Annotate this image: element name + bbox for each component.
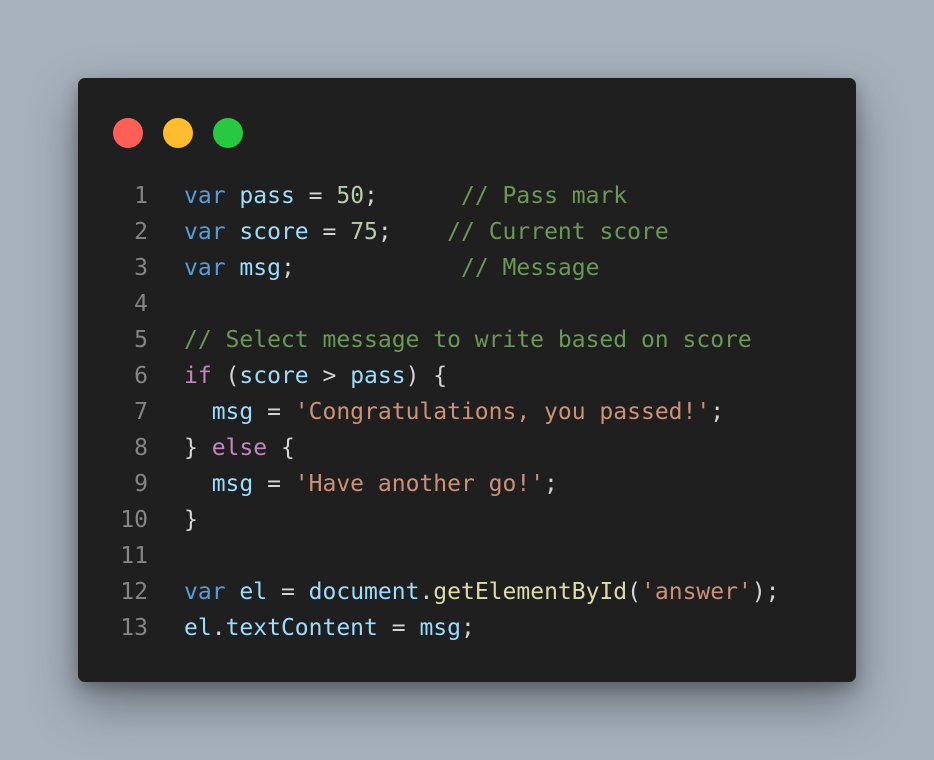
code-line: 5 // Select message to write based on sco… <box>78 322 856 358</box>
code-token: var <box>184 183 226 209</box>
code-token: } <box>184 435 212 461</box>
code-token: var <box>184 255 226 281</box>
code-line: 11 <box>78 538 856 574</box>
code-line: 7 msg = 'Congratulations, you passed!'; <box>78 394 856 430</box>
line-number: 3 <box>134 255 148 281</box>
minimize-button[interactable] <box>163 118 193 148</box>
code-line: 13 el.textContent = msg; <box>78 610 856 646</box>
maximize-button[interactable] <box>213 118 243 148</box>
code-token: document <box>308 579 420 605</box>
code-token: ; <box>460 615 475 641</box>
line-number: 7 <box>134 399 148 425</box>
code-token: // Message <box>460 255 600 281</box>
line-source: } else { <box>184 430 295 466</box>
code-line: 6 if (score > pass) { <box>78 358 856 394</box>
line-number: 13 <box>120 615 148 641</box>
line-source: msg = 'Congratulations, you passed!'; <box>184 394 724 430</box>
code-line: 10} <box>78 502 856 538</box>
code-token: // Current score <box>447 219 669 245</box>
code-line: 8} else { <box>78 430 856 466</box>
code-token: msg <box>211 471 254 497</box>
line-source: if (score > pass) { <box>184 358 447 394</box>
code-line: 3 var msg; // Message <box>78 250 856 286</box>
line-number: 5 <box>134 327 148 353</box>
code-token: ( <box>627 579 642 605</box>
code-token: if <box>184 363 212 389</box>
code-line: 12 var el = document.getElementById('answ… <box>78 574 856 610</box>
code-token: { <box>267 435 295 461</box>
code-token: ( <box>211 363 240 389</box>
code-token: ; <box>710 399 725 425</box>
code-window: 1 var pass = 50; // Pass mark 2 var score =… <box>78 78 856 682</box>
code-block: 1 var pass = 50; // Pass mark 2 var score =… <box>78 178 856 646</box>
code-token: el <box>239 579 268 605</box>
line-number: 4 <box>134 291 148 317</box>
line-number: 2 <box>134 219 148 245</box>
line-source: var pass = 50; // Pass mark <box>184 178 627 214</box>
code-token: score <box>239 363 309 389</box>
code-token: ; <box>377 219 448 245</box>
code-token: 'Congratulations, you passed!' <box>294 399 711 425</box>
line-number: 12 <box>120 579 148 605</box>
code-token: ; <box>280 255 461 281</box>
line-source: } <box>184 502 198 538</box>
code-token: ; <box>544 471 558 497</box>
line-number: 11 <box>120 543 148 569</box>
code-token: el <box>184 615 212 641</box>
code-token: 'Have another go!' <box>294 471 545 497</box>
code-token: 50 <box>336 183 365 209</box>
code-token: msg <box>419 615 461 641</box>
code-token: = <box>267 579 309 605</box>
line-number: 9 <box>134 471 148 497</box>
code-token: pass <box>350 363 406 389</box>
code-token: var <box>184 219 226 245</box>
line-source: msg = 'Have another go!'; <box>184 466 558 502</box>
code-token: ; <box>364 183 461 209</box>
line-source: var el = document.getElementById('answer… <box>184 574 780 610</box>
code-token: = <box>377 615 420 641</box>
code-token: 75 <box>350 219 378 245</box>
code-token: = <box>308 219 351 245</box>
line-source: // Select message to write based on scor… <box>184 322 752 358</box>
code-line: 9 msg = 'Have another go!'; <box>78 466 856 502</box>
code-line: 2 var score = 75; // Current score <box>78 214 856 250</box>
code-token: . <box>211 615 226 641</box>
line-source: var score = 75; // Current score <box>184 214 669 250</box>
line-number: 6 <box>134 363 148 389</box>
code-token: var <box>184 579 226 605</box>
code-token: = <box>253 399 295 425</box>
code-token: ); <box>751 579 780 605</box>
line-source: el.textContent = msg; <box>184 610 475 646</box>
code-token: = <box>294 183 337 209</box>
code-token: = <box>253 471 295 497</box>
code-line: 4 <box>78 286 856 322</box>
line-number: 10 <box>120 507 148 533</box>
code-token: getElementById <box>433 579 628 605</box>
code-token: msg <box>239 255 281 281</box>
close-button[interactable] <box>113 118 143 148</box>
code-token: } <box>184 507 198 533</box>
code-token: // Pass mark <box>460 183 628 209</box>
code-line: 1 var pass = 50; // Pass mark <box>78 178 856 214</box>
code-token: > <box>308 363 351 389</box>
code-token: msg <box>211 399 254 425</box>
line-number: 8 <box>134 435 148 461</box>
code-token: 'answer' <box>641 579 752 605</box>
code-token: pass <box>239 183 295 209</box>
code-token: . <box>419 579 434 605</box>
line-number: 1 <box>134 183 148 209</box>
line-source: var msg; // Message <box>184 250 599 286</box>
code-token: else <box>211 435 268 461</box>
code-token: textContent <box>225 615 378 641</box>
code-token: // Select message to write based on scor… <box>184 327 752 353</box>
code-token: score <box>239 219 309 245</box>
code-token: ) { <box>405 363 448 389</box>
